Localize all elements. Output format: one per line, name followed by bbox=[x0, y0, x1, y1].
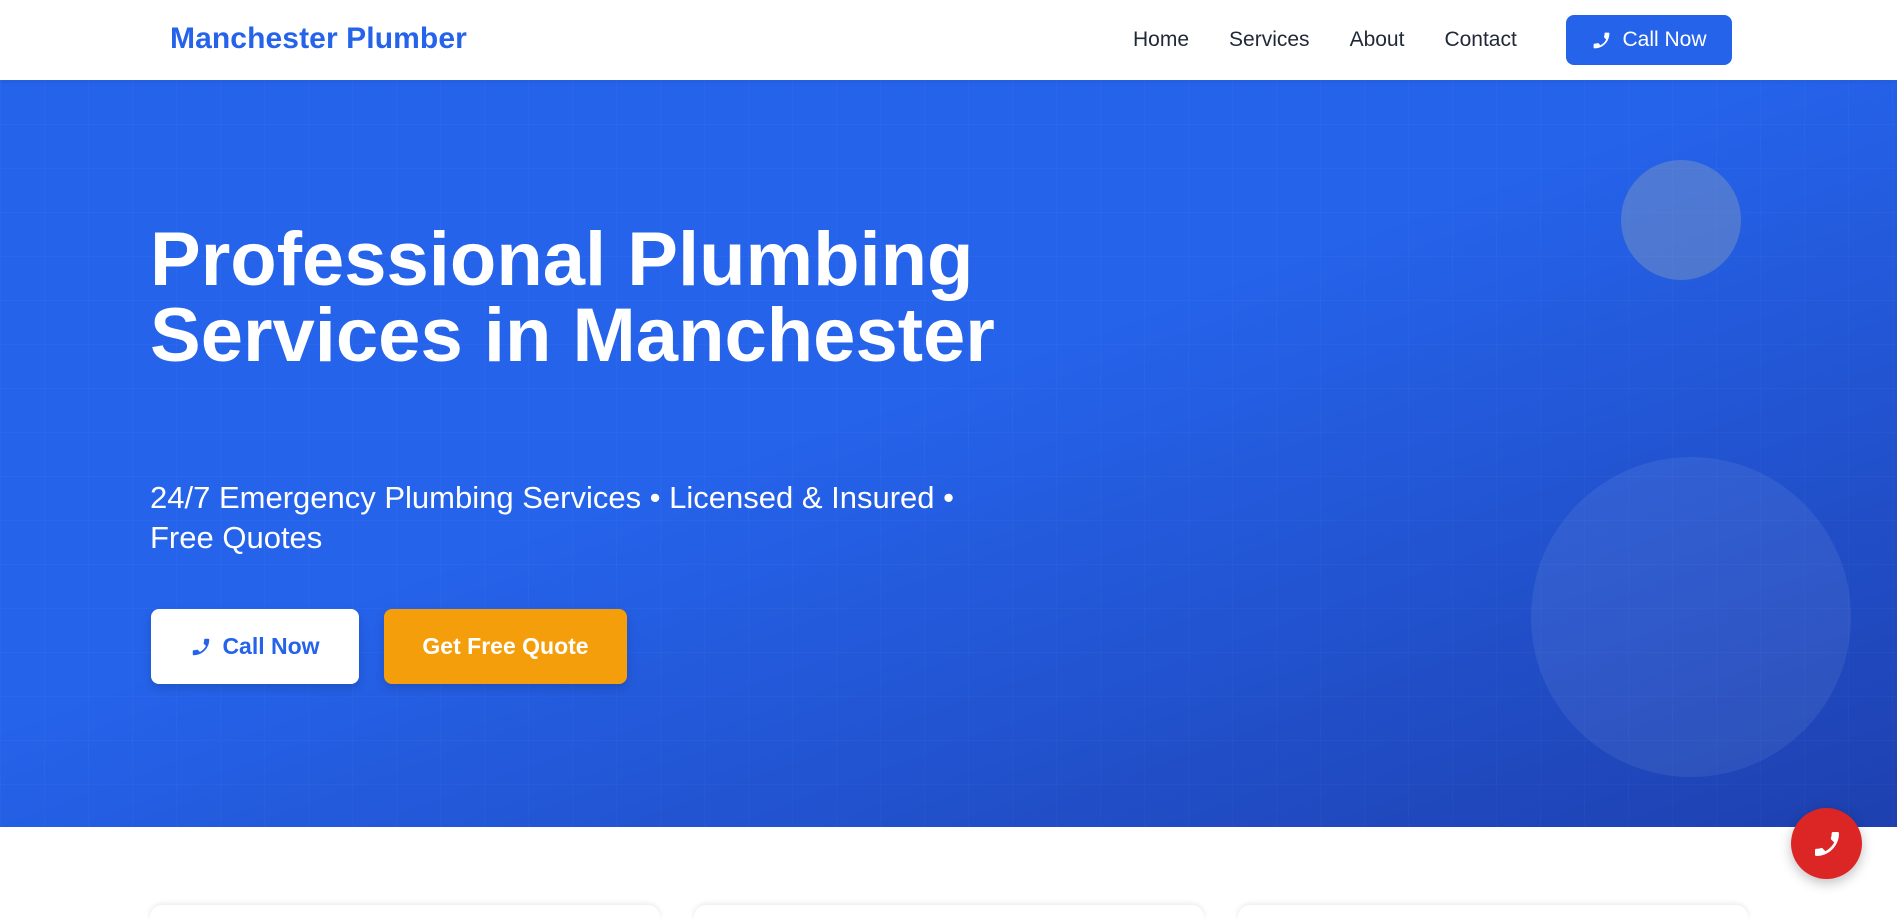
services-section bbox=[0, 827, 1897, 919]
get-free-quote-label: Get Free Quote bbox=[422, 633, 589, 659]
service-card bbox=[694, 905, 1204, 919]
nav-link-contact[interactable]: Contact bbox=[1444, 28, 1516, 52]
phone-icon bbox=[190, 636, 212, 658]
nav-link-about[interactable]: About bbox=[1350, 28, 1405, 52]
decorative-circle-small bbox=[1621, 160, 1741, 280]
floating-call-button[interactable] bbox=[1791, 808, 1862, 879]
phone-icon bbox=[1591, 30, 1612, 51]
service-card bbox=[1238, 905, 1748, 919]
hero-title: Professional Plumbing Services in Manche… bbox=[150, 217, 995, 378]
nav-link-home[interactable]: Home bbox=[1133, 28, 1189, 52]
hero-call-now-label: Call Now bbox=[222, 633, 320, 659]
hero-subtitle: 24/7 Emergency Plumbing Services • Licen… bbox=[150, 480, 955, 555]
header-call-now-button[interactable]: Call Now bbox=[1566, 15, 1732, 65]
phone-icon bbox=[1811, 828, 1843, 860]
hero-call-now-button[interactable]: Call Now bbox=[151, 609, 359, 684]
site-header: Manchester Plumber Home Services About C… bbox=[0, 0, 1897, 80]
main-nav: Home Services About Contact bbox=[1133, 28, 1517, 52]
decorative-circle-large bbox=[1531, 457, 1851, 777]
brand-logo[interactable]: Manchester Plumber bbox=[170, 22, 467, 56]
service-card bbox=[150, 905, 660, 919]
header-call-now-label: Call Now bbox=[1622, 28, 1707, 51]
nav-link-services[interactable]: Services bbox=[1229, 28, 1310, 52]
get-free-quote-button[interactable]: Get Free Quote bbox=[384, 609, 627, 684]
hero-section: Professional Plumbing Services in Manche… bbox=[0, 80, 1897, 827]
